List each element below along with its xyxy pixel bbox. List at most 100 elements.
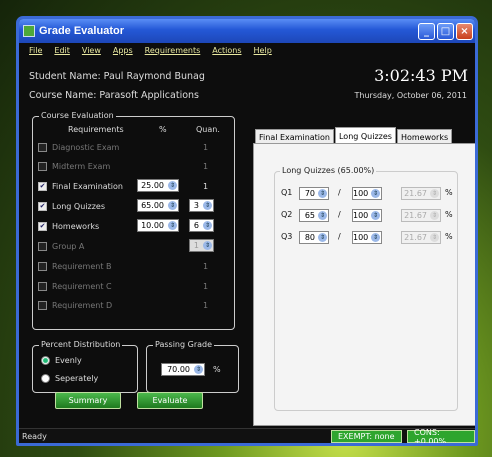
quan-value: 1 bbox=[203, 300, 209, 310]
radio-dot bbox=[41, 374, 50, 383]
spin-icon: ⇕ bbox=[430, 233, 439, 242]
quan-value: 1 bbox=[203, 261, 209, 271]
status-bar: Ready EXEMPT: none CONS: +0.00% bbox=[19, 428, 475, 443]
quan-input-long-quizzes[interactable]: 3 ⇕ bbox=[189, 199, 214, 212]
requirements-header: Requirements bbox=[68, 125, 124, 134]
menu-requirements[interactable]: Requirements bbox=[145, 46, 201, 55]
tab-homeworks[interactable]: Homeworks bbox=[396, 129, 453, 144]
quan-value: 3 bbox=[193, 201, 199, 210]
spin-icon[interactable]: ⇕ bbox=[203, 221, 212, 230]
quan-value: 1 bbox=[203, 142, 209, 152]
tab-final-examination[interactable]: Final Examination bbox=[255, 129, 334, 144]
checkbox-diagnostic-exam[interactable] bbox=[38, 142, 47, 152]
req-label: Group A bbox=[52, 241, 85, 251]
spin-icon[interactable]: ⇕ bbox=[318, 189, 327, 198]
quiz-total-input[interactable]: 100 ⇕ bbox=[352, 187, 382, 200]
req-label: Midterm Exam bbox=[52, 161, 111, 171]
percent-input-final-examination[interactable]: 25.00 ⇕ bbox=[137, 179, 179, 192]
course-evaluation-group: Course Evaluation Requirements % Quan. D… bbox=[32, 111, 235, 330]
quiz-score-input[interactable]: 65 ⇕ bbox=[299, 209, 329, 222]
spin-icon[interactable]: ⇕ bbox=[371, 189, 380, 198]
req-row-diagnostic-exam: Diagnostic Exam 1 bbox=[38, 140, 232, 154]
checkbox-requirement-d[interactable] bbox=[38, 300, 47, 310]
req-row-requirement-b: Requirement B 1 bbox=[38, 259, 232, 273]
quan-value: 6 bbox=[193, 221, 199, 230]
quan-value: 1 bbox=[203, 181, 209, 191]
window-title: Grade Evaluator bbox=[39, 25, 124, 37]
quiz-row-q1: Q1 70 ⇕ / 100 ⇕ 21.67 ⇕ % bbox=[279, 187, 457, 200]
quiz-score-input[interactable]: 80 ⇕ bbox=[299, 231, 329, 244]
menu-view[interactable]: View bbox=[82, 46, 101, 55]
title-bar[interactable]: Grade Evaluator _ □ × bbox=[19, 19, 475, 43]
long-quizzes-group: Long Quizzes (65.00%) Q1 70 ⇕ / 100 ⇕ 21… bbox=[274, 166, 458, 411]
menu-bar: File Edit View Apps Requirements Actions… bbox=[19, 43, 475, 58]
menu-actions[interactable]: Actions bbox=[212, 46, 241, 55]
req-label: Final Examination bbox=[52, 181, 123, 191]
evaluate-button[interactable]: Evaluate bbox=[137, 392, 203, 409]
menu-edit[interactable]: Edit bbox=[54, 46, 70, 55]
checkbox-requirement-b[interactable] bbox=[38, 261, 47, 271]
spin-icon[interactable]: ⇕ bbox=[371, 233, 380, 242]
checkbox-final-examination[interactable]: ✔ bbox=[38, 181, 47, 191]
spin-icon[interactable]: ⇕ bbox=[194, 365, 203, 374]
req-row-long-quizzes: ✔ Long Quizzes 65.00 ⇕ 3 ⇕ bbox=[38, 199, 232, 213]
minimize-button[interactable]: _ bbox=[418, 22, 435, 40]
menu-apps[interactable]: Apps bbox=[113, 46, 133, 55]
percent-unit: % bbox=[445, 188, 453, 197]
status-cons: CONS: +0.00% bbox=[407, 428, 475, 443]
spin-icon[interactable]: ⇕ bbox=[371, 211, 380, 220]
clock-date: Thursday, October 06, 2011 bbox=[354, 91, 467, 100]
spin-icon[interactable]: ⇕ bbox=[168, 221, 177, 230]
percent-unit: % bbox=[445, 232, 453, 241]
checkbox-midterm-exam[interactable] bbox=[38, 161, 47, 171]
req-label: Requirement D bbox=[52, 300, 113, 310]
checkbox-long-quizzes[interactable]: ✔ bbox=[38, 201, 47, 211]
app-window: Grade Evaluator _ □ × File Edit View App… bbox=[16, 16, 478, 446]
course-name: Course Name: Parasoft Applications bbox=[29, 90, 199, 101]
req-row-group-a: Group A 1 ⇕ bbox=[38, 239, 232, 253]
percent-input-long-quizzes[interactable]: 65.00 ⇕ bbox=[137, 199, 179, 212]
passing-grade-input[interactable]: 70.00 ⇕ bbox=[161, 363, 205, 376]
quiz-total-input[interactable]: 100 ⇕ bbox=[352, 209, 382, 222]
radio-dot bbox=[41, 356, 50, 365]
req-label: Requirement B bbox=[52, 261, 112, 271]
clock-time: 3:02:43 PM bbox=[374, 66, 468, 85]
quan-value: 1 bbox=[193, 241, 199, 250]
percent-input-homeworks[interactable]: 10.00 ⇕ bbox=[137, 219, 179, 232]
quiz-score-input[interactable]: 70 ⇕ bbox=[299, 187, 329, 200]
summary-button[interactable]: Summary bbox=[55, 392, 121, 409]
percent-header: % bbox=[159, 125, 167, 134]
quan-input-homeworks[interactable]: 6 ⇕ bbox=[189, 219, 214, 232]
spin-icon[interactable]: ⇕ bbox=[318, 211, 327, 220]
quiz-score: 65 bbox=[304, 211, 315, 220]
checkbox-homeworks[interactable]: ✔ bbox=[38, 221, 47, 231]
checkbox-group-a[interactable] bbox=[38, 241, 47, 251]
spin-icon[interactable]: ⇕ bbox=[203, 201, 212, 210]
tab-long-quizzes[interactable]: Long Quizzes bbox=[334, 127, 396, 144]
req-row-requirement-d: Requirement D 1 bbox=[38, 298, 232, 312]
passing-grade-value: 70.00 bbox=[167, 365, 190, 374]
quiz-score: 70 bbox=[304, 189, 315, 198]
menu-help[interactable]: Help bbox=[254, 46, 272, 55]
quiz-percent: 21.67 bbox=[404, 189, 427, 198]
student-name: Student Name: Paul Raymond Bunag bbox=[29, 71, 205, 82]
radio-seperately[interactable]: Seperately bbox=[41, 374, 98, 383]
spin-icon: ⇕ bbox=[430, 211, 439, 220]
close-button[interactable]: × bbox=[456, 22, 473, 40]
spin-icon[interactable]: ⇕ bbox=[318, 233, 327, 242]
percent-distribution-group: Percent Distribution Evenly Seperately bbox=[32, 340, 138, 393]
spin-icon[interactable]: ⇕ bbox=[168, 181, 177, 190]
maximize-button[interactable]: □ bbox=[437, 22, 454, 40]
quiz-row-q3: Q3 80 ⇕ / 100 ⇕ 21.67 ⇕ % bbox=[279, 231, 457, 244]
checkbox-requirement-c[interactable] bbox=[38, 281, 47, 291]
spin-icon: ⇕ bbox=[430, 189, 439, 198]
quiz-total-input[interactable]: 100 ⇕ bbox=[352, 231, 382, 244]
radio-label: Evenly bbox=[55, 356, 82, 365]
course-evaluation-title: Course Evaluation bbox=[39, 111, 116, 120]
spin-icon[interactable]: ⇕ bbox=[168, 201, 177, 210]
quiz-percent-field: 21.67 ⇕ bbox=[401, 209, 441, 222]
menu-file[interactable]: File bbox=[29, 46, 42, 55]
radio-evenly[interactable]: Evenly bbox=[41, 356, 82, 365]
req-label: Diagnostic Exam bbox=[52, 142, 120, 152]
quiz-total: 100 bbox=[353, 211, 369, 220]
